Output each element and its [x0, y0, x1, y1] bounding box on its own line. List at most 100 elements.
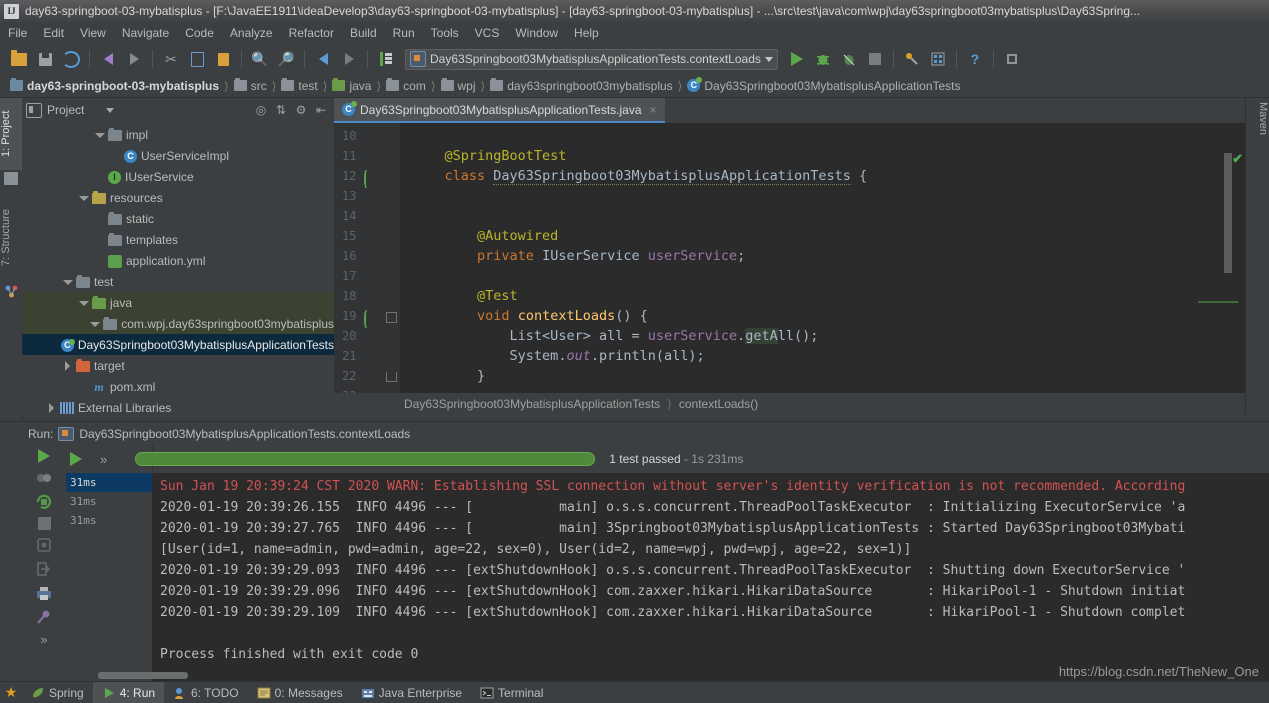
- run-tests-icon[interactable]: [70, 452, 82, 466]
- breadcrumb-com[interactable]: com: [382, 76, 430, 96]
- redo-icon[interactable]: [123, 48, 145, 70]
- gutter-line[interactable]: 13: [334, 186, 400, 206]
- sidebar-item-project[interactable]: 1: Project: [0, 98, 22, 170]
- run-button[interactable]: [786, 48, 808, 70]
- code-line[interactable]: @SpringBootTest: [400, 146, 1246, 166]
- status-item-terminal[interactable]: Terminal: [471, 682, 552, 703]
- expand-tests-icon[interactable]: »: [100, 452, 107, 467]
- editor-breadcrumb-method[interactable]: contextLoads(): [679, 397, 758, 411]
- code-line[interactable]: List<User> all = userService.getAll();: [400, 326, 1246, 346]
- back-icon[interactable]: [312, 48, 334, 70]
- paste-icon[interactable]: [212, 48, 234, 70]
- menu-view[interactable]: View: [72, 24, 114, 42]
- menu-build[interactable]: Build: [342, 24, 385, 42]
- status-item-messages[interactable]: 0: Messages: [248, 682, 352, 703]
- toggle-auto-test-icon[interactable]: [35, 493, 53, 511]
- pin-icon[interactable]: [35, 608, 53, 626]
- more-icon[interactable]: »: [40, 632, 47, 647]
- menu-vcs[interactable]: VCS: [467, 24, 508, 42]
- gutter-line[interactable]: 16: [334, 246, 400, 266]
- tree-node[interactable]: application.yml: [22, 250, 334, 271]
- breadcrumb-src[interactable]: src: [230, 76, 271, 96]
- settings-icon[interactable]: [1001, 48, 1023, 70]
- save-all-icon[interactable]: [34, 48, 56, 70]
- menu-tools[interactable]: Tools: [423, 24, 467, 42]
- gutter-line[interactable]: 22: [334, 366, 400, 386]
- gutter-line[interactable]: 10: [334, 126, 400, 146]
- test-results-tree[interactable]: 31ms 31ms 31ms: [66, 445, 153, 683]
- menu-window[interactable]: Window: [507, 24, 566, 42]
- menu-refactor[interactable]: Refactor: [281, 24, 342, 42]
- code-line[interactable]: class Day63Springboot03MybatisplusApplic…: [400, 166, 1246, 186]
- chevron-down-icon[interactable]: [764, 56, 773, 62]
- gutter-line[interactable]: 14: [334, 206, 400, 226]
- open-folder-icon[interactable]: [8, 48, 30, 70]
- breadcrumb-class[interactable]: C Day63Springboot03MybatisplusApplicatio…: [683, 76, 964, 96]
- dump-threads-icon[interactable]: [35, 536, 53, 554]
- menu-analyze[interactable]: Analyze: [222, 24, 281, 42]
- editor-tab-active[interactable]: C Day63Springboot03MybatisplusApplicatio…: [334, 98, 665, 123]
- sync-icon[interactable]: [60, 48, 82, 70]
- status-item-java-enterprise[interactable]: Java Enterprise: [352, 682, 471, 703]
- run-test-icon[interactable]: [364, 309, 378, 328]
- gutter-line[interactable]: 11: [334, 146, 400, 166]
- gutter-line[interactable]: 17: [334, 266, 400, 286]
- tree-node[interactable]: resources: [22, 187, 334, 208]
- tree-node[interactable]: impl: [22, 124, 334, 145]
- tree-node[interactable]: C Day63Springboot03MybatisplusApplication…: [22, 334, 334, 355]
- breadcrumb-java[interactable]: java: [328, 76, 375, 96]
- help-icon[interactable]: ?: [964, 48, 986, 70]
- menu-run[interactable]: Run: [385, 24, 423, 42]
- bean-arrow-icon[interactable]: [364, 249, 378, 263]
- gutter-line[interactable]: 20: [334, 326, 400, 346]
- menu-code[interactable]: Code: [177, 24, 222, 42]
- code-line[interactable]: [400, 126, 1246, 146]
- fold-end-icon[interactable]: [386, 372, 397, 382]
- chevron-down-icon[interactable]: [62, 276, 74, 288]
- chevron-down-icon[interactable]: [89, 318, 101, 330]
- code-editor[interactable]: 1011121314151617181920212223 @SpringBoot…: [334, 123, 1246, 415]
- tree-node[interactable]: static: [22, 208, 334, 229]
- code-line[interactable]: [400, 186, 1246, 206]
- menu-edit[interactable]: Edit: [35, 24, 72, 42]
- tree-node[interactable]: java: [22, 292, 334, 313]
- code-line[interactable]: System.out.println(all);: [400, 346, 1246, 366]
- undo-icon[interactable]: [97, 48, 119, 70]
- gear-icon[interactable]: ⚙: [294, 103, 308, 117]
- breadcrumb-module[interactable]: day63-springboot-03-mybatisplus: [6, 76, 223, 96]
- breadcrumb-wpj[interactable]: wpj: [437, 76, 480, 96]
- chevron-right-icon[interactable]: [62, 360, 74, 372]
- star-icon[interactable]: ★: [0, 684, 22, 701]
- run-with-coverage-button[interactable]: [838, 48, 860, 70]
- forward-icon[interactable]: [338, 48, 360, 70]
- find-icon[interactable]: 🔍: [249, 48, 271, 70]
- editor-gutter[interactable]: 1011121314151617181920212223: [334, 123, 400, 415]
- tree-node[interactable]: I IUserService: [22, 166, 334, 187]
- editor-code-lines[interactable]: @SpringBootTest class Day63Springboot03M…: [400, 123, 1246, 415]
- tree-node[interactable]: C UserServiceImpl: [22, 145, 334, 166]
- close-icon[interactable]: ×: [650, 103, 657, 117]
- test-tree-row[interactable]: 31ms: [66, 511, 152, 530]
- editor-scrollbar[interactable]: [1224, 153, 1232, 273]
- collapse-all-icon[interactable]: ⇅: [274, 103, 288, 117]
- copy-icon[interactable]: [186, 48, 208, 70]
- tree-node[interactable]: target: [22, 355, 334, 376]
- rerun-failed-icon[interactable]: [35, 469, 53, 487]
- compile-icon[interactable]: [375, 48, 397, 70]
- console-output[interactable]: Sun Jan 19 20:39:24 CST 2020 WARN: Estab…: [152, 473, 1269, 683]
- breadcrumb-test[interactable]: test: [277, 76, 321, 96]
- sidebar-item-maven[interactable]: Maven: [1246, 98, 1269, 139]
- project-tree[interactable]: impl C UserServiceImpl I IUserService resourc…: [22, 122, 334, 415]
- menu-navigate[interactable]: Navigate: [114, 24, 177, 42]
- console-horizontal-scrollbar[interactable]: [98, 672, 188, 679]
- menu-help[interactable]: Help: [566, 24, 607, 42]
- inspection-status-icon[interactable]: ✔: [1232, 151, 1243, 167]
- locate-icon[interactable]: ◎: [254, 103, 268, 117]
- code-line[interactable]: @Test: [400, 286, 1246, 306]
- status-item-run[interactable]: 4: Run: [92, 682, 165, 703]
- code-line[interactable]: [400, 206, 1246, 226]
- code-line[interactable]: [400, 266, 1246, 286]
- test-tree-row[interactable]: 31ms: [66, 473, 152, 492]
- export-icon[interactable]: [35, 560, 53, 578]
- debug-button[interactable]: [812, 48, 834, 70]
